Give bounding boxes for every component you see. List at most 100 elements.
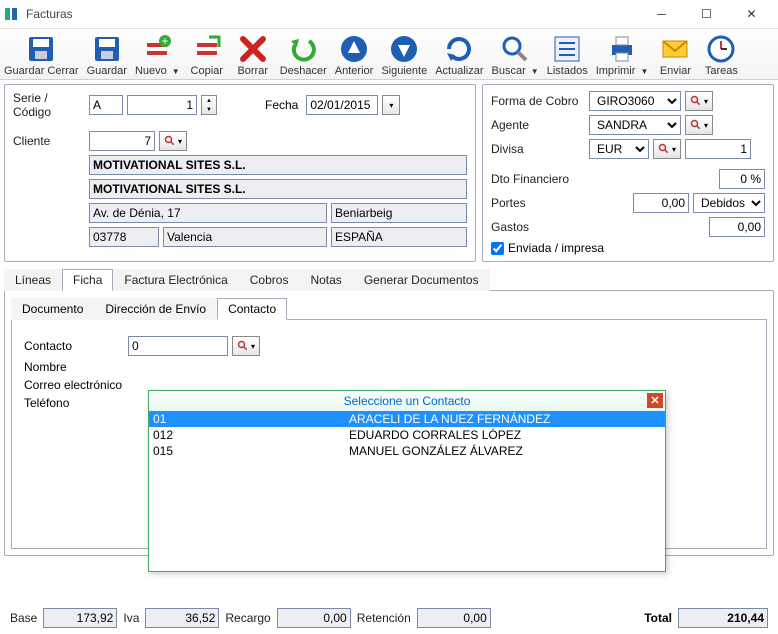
minimize-button[interactable]: ─ bbox=[639, 0, 684, 28]
toolbar-nuevo[interactable]: +Nuevo ▼ bbox=[131, 31, 184, 77]
toolbar-buscar[interactable]: Buscar ▼ bbox=[488, 31, 543, 77]
contacto-search-button[interactable]: ▾ bbox=[232, 336, 260, 356]
popup-title: Seleccione un Contacto ✕ bbox=[149, 391, 665, 411]
toolbar-siguiente[interactable]: Siguiente bbox=[377, 31, 431, 77]
main-toolbar: Guardar CerrarGuardar+Nuevo ▼CopiarBorra… bbox=[0, 28, 778, 80]
cliente-nombre1 bbox=[89, 155, 467, 175]
new-icon: + bbox=[141, 33, 173, 65]
recargo-label: Recargo bbox=[225, 611, 270, 625]
dto-input[interactable] bbox=[719, 169, 765, 189]
contacto-popup: Seleccione un Contacto ✕ 01ARACELI DE LA… bbox=[148, 390, 666, 572]
agente-search-button[interactable]: ▾ bbox=[685, 115, 713, 135]
divisa-search-button[interactable]: ▾ bbox=[653, 139, 681, 159]
formacobro-label: Forma de Cobro bbox=[491, 94, 585, 108]
refresh-icon bbox=[443, 33, 475, 65]
telefono-label: Teléfono bbox=[24, 396, 124, 410]
toolbar-tareas[interactable]: Tareas bbox=[698, 31, 744, 77]
toolbar-guardar-cerrar[interactable]: Guardar Cerrar bbox=[0, 31, 83, 77]
fecha-picker-button[interactable]: ▾ bbox=[382, 95, 400, 115]
cliente-pais bbox=[331, 227, 467, 247]
correo-label: Correo electrónico bbox=[24, 378, 124, 392]
popup-row[interactable]: 01ARACELI DE LA NUEZ FERNÁNDEZ bbox=[149, 411, 665, 427]
delete-icon bbox=[237, 33, 269, 65]
cliente-cp bbox=[89, 227, 159, 247]
agente-select[interactable]: SANDRA bbox=[589, 115, 681, 135]
retencion-label: Retención bbox=[357, 611, 411, 625]
popup-list[interactable]: 01ARACELI DE LA NUEZ FERNÁNDEZ012EDUARDO… bbox=[149, 411, 665, 571]
popup-row[interactable]: 015MANUEL GONZÁLEZ ÁLVAREZ bbox=[149, 443, 665, 459]
base-value bbox=[43, 608, 117, 628]
svg-text:+: + bbox=[162, 34, 169, 48]
popup-row[interactable]: 012EDUARDO CORRALES LÓPEZ bbox=[149, 427, 665, 443]
serie-input[interactable] bbox=[89, 95, 123, 115]
contacto-label: Contacto bbox=[24, 339, 124, 353]
numero-spinner[interactable]: ▲▼ bbox=[201, 95, 217, 115]
tab-notas[interactable]: Notas bbox=[299, 269, 352, 291]
popup-close-button[interactable]: ✕ bbox=[647, 393, 663, 408]
cliente-nombre2 bbox=[89, 179, 467, 199]
toolbar-enviar[interactable]: Enviar bbox=[652, 31, 698, 77]
save-icon bbox=[25, 33, 57, 65]
cliente-localidad bbox=[331, 203, 467, 223]
next-icon bbox=[388, 33, 420, 65]
subtab-documento[interactable]: Documento bbox=[11, 298, 94, 320]
tab-factura-electrónica[interactable]: Factura Electrónica bbox=[113, 269, 238, 291]
cliente-provincia bbox=[163, 227, 327, 247]
fecha-input[interactable] bbox=[306, 95, 378, 115]
cliente-codigo-input[interactable] bbox=[89, 131, 155, 151]
fecha-label: Fecha bbox=[265, 98, 298, 112]
divisa-label: Divisa bbox=[491, 142, 585, 156]
sub-tabs: DocumentoDirección de EnvíoContacto bbox=[11, 298, 767, 320]
tab-ficha[interactable]: Ficha bbox=[62, 269, 113, 291]
cliente-direccion bbox=[89, 203, 327, 223]
iva-value bbox=[145, 608, 219, 628]
toolbar-copiar[interactable]: Copiar bbox=[184, 31, 230, 77]
totals-footer: Base Iva Recargo Retención Total 210,44 bbox=[4, 606, 774, 630]
base-label: Base bbox=[10, 611, 37, 625]
iva-label: Iva bbox=[123, 611, 139, 625]
contacto-codigo-input[interactable] bbox=[128, 336, 228, 356]
toolbar-borrar[interactable]: Borrar bbox=[230, 31, 276, 77]
maximize-button[interactable]: ☐ bbox=[684, 0, 729, 28]
main-tabs: LíneasFichaFactura ElectrónicaCobrosNota… bbox=[4, 269, 774, 291]
dto-label: Dto Financiero bbox=[491, 172, 585, 186]
numero-input[interactable] bbox=[127, 95, 197, 115]
formacobro-select[interactable]: GIRO3060 bbox=[589, 91, 681, 111]
cliente-label: Cliente bbox=[13, 134, 85, 148]
titlebar: Facturas ─ ☐ ✕ bbox=[0, 0, 778, 28]
clock-icon bbox=[705, 33, 737, 65]
formacobro-search-button[interactable]: ▾ bbox=[685, 91, 713, 111]
subtab-dirección-de-envío[interactable]: Dirección de Envío bbox=[94, 298, 217, 320]
options-panel: Forma de Cobro GIRO3060 ▾ Agente SANDRA … bbox=[482, 84, 774, 262]
gastos-label: Gastos bbox=[491, 220, 585, 234]
agente-label: Agente bbox=[491, 118, 585, 132]
portes-label: Portes bbox=[491, 196, 585, 210]
toolbar-deshacer[interactable]: Deshacer bbox=[276, 31, 331, 77]
gastos-input[interactable] bbox=[709, 217, 765, 237]
nombre-label: Nombre bbox=[24, 360, 124, 374]
prev-icon bbox=[338, 33, 370, 65]
cliente-search-button[interactable]: ▾ bbox=[159, 131, 187, 151]
enviada-checkbox[interactable] bbox=[491, 242, 504, 255]
divisa-rate-input[interactable] bbox=[685, 139, 751, 159]
toolbar-imprimir[interactable]: Imprimir ▼ bbox=[592, 31, 653, 77]
subtab-contacto[interactable]: Contacto bbox=[217, 298, 287, 320]
toolbar-anterior[interactable]: Anterior bbox=[331, 31, 378, 77]
toolbar-guardar[interactable]: Guardar bbox=[83, 31, 131, 77]
serie-label: Serie / Código bbox=[13, 91, 85, 119]
total-label: Total bbox=[644, 611, 672, 625]
toolbar-actualizar[interactable]: Actualizar bbox=[431, 31, 487, 77]
save-icon bbox=[91, 33, 123, 65]
portes-mode-select[interactable]: Debidos bbox=[693, 193, 765, 213]
copy-icon bbox=[191, 33, 223, 65]
total-value: 210,44 bbox=[678, 608, 768, 628]
close-button[interactable]: ✕ bbox=[729, 0, 774, 28]
portes-input[interactable] bbox=[633, 193, 689, 213]
divisa-select[interactable]: EUR bbox=[589, 139, 649, 159]
tab-líneas[interactable]: Líneas bbox=[4, 269, 62, 291]
tab-generar-documentos[interactable]: Generar Documentos bbox=[353, 269, 490, 291]
enviada-label: Enviada / impresa bbox=[508, 241, 604, 255]
tab-cobros[interactable]: Cobros bbox=[239, 269, 300, 291]
toolbar-listados[interactable]: Listados bbox=[543, 31, 592, 77]
header-panel: Serie / Código ▲▼ Fecha ▾ Cliente ▾ bbox=[4, 84, 476, 262]
